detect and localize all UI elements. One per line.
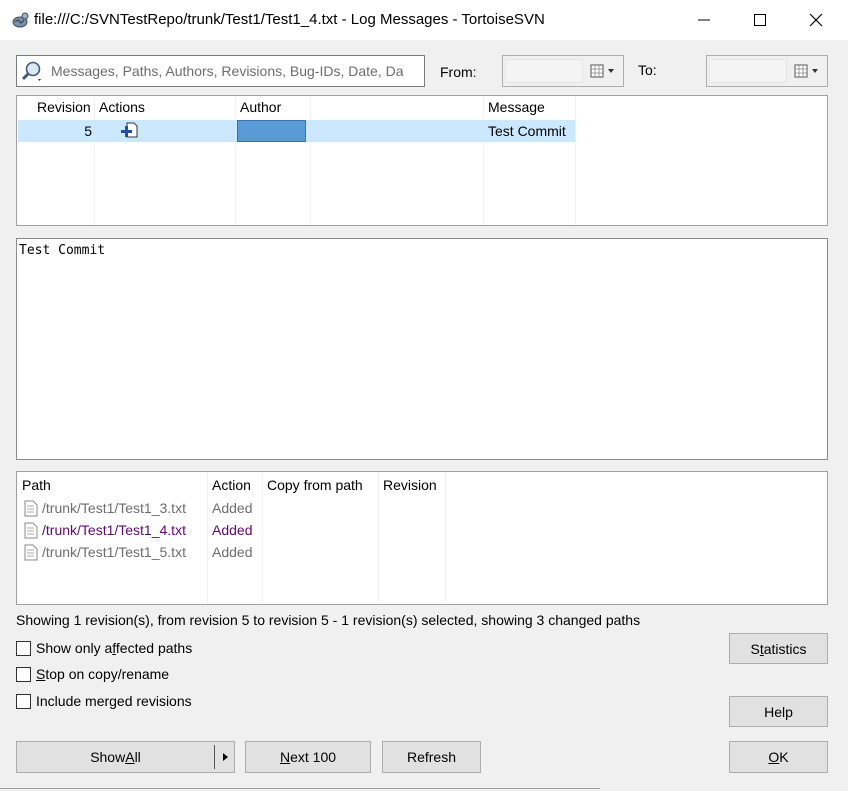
table-row[interactable]: /trunk/Test1/Test1_5.txt Added xyxy=(22,542,442,564)
from-label: From: xyxy=(440,64,477,80)
search-input[interactable]: Messages, Paths, Authors, Revisions, Bug… xyxy=(51,63,419,79)
to-date-picker[interactable] xyxy=(706,55,828,87)
to-calendar-button[interactable] xyxy=(791,60,825,82)
calendar-icon xyxy=(794,64,818,78)
column-header-message[interactable]: Message xyxy=(488,99,545,115)
path-cell: /trunk/Test1/Test1_3.txt xyxy=(42,500,186,516)
column-header-path[interactable]: Path xyxy=(22,477,51,493)
help-button[interactable]: Help xyxy=(729,696,828,727)
search-icon[interactable] xyxy=(20,60,46,84)
bottom-divider xyxy=(0,788,600,789)
tortoise-icon xyxy=(12,12,29,28)
from-calendar-button[interactable] xyxy=(587,60,621,82)
action-cell: Added xyxy=(212,500,253,516)
path-cell: /trunk/Test1/Test1_4.txt xyxy=(42,522,186,538)
column-header-copy-from-path[interactable]: Copy from path xyxy=(267,477,363,493)
search-field[interactable]: Messages, Paths, Authors, Revisions, Bug… xyxy=(16,55,425,87)
message-text[interactable]: Test Commit xyxy=(19,243,105,258)
to-date-value[interactable] xyxy=(709,59,787,83)
column-header-revision[interactable]: Revision xyxy=(383,477,437,493)
refresh-button[interactable]: Refresh xyxy=(382,741,481,773)
path-cell: /trunk/Test1/Test1_5.txt xyxy=(42,544,186,560)
column-header-action[interactable]: Action xyxy=(212,477,251,493)
next-100-button[interactable]: Next 100 xyxy=(245,741,371,773)
table-row[interactable]: /trunk/Test1/Test1_3.txt Added xyxy=(22,498,442,520)
file-icon xyxy=(24,522,38,539)
show-affected-paths-label[interactable]: Show only affected paths xyxy=(36,640,192,656)
log-table[interactable]: Revision Actions Author Message 5 Test C… xyxy=(16,95,828,226)
column-header-revision[interactable]: Revision xyxy=(37,99,91,115)
ok-button[interactable]: OK xyxy=(729,741,828,773)
changed-paths-table[interactable]: Path Action Copy from path Revision /tru… xyxy=(16,471,828,605)
calendar-icon xyxy=(590,64,614,78)
file-icon xyxy=(24,544,38,561)
close-button[interactable] xyxy=(788,0,844,40)
added-icon xyxy=(121,122,138,138)
show-all-dropdown[interactable] xyxy=(215,742,234,772)
author-cell xyxy=(237,120,306,142)
to-label: To: xyxy=(638,62,657,78)
minimize-icon xyxy=(698,19,710,21)
show-all-split-button[interactable]: Show All xyxy=(16,741,235,773)
status-text: Showing 1 revision(s), from revision 5 t… xyxy=(16,612,641,628)
action-cell: Added xyxy=(212,522,253,538)
maximize-button[interactable] xyxy=(732,0,788,40)
title-bar: file:///C:/SVNTestRepo/trunk/Test1/Test1… xyxy=(0,0,848,40)
statistics-button[interactable]: St atistics xyxy=(729,633,828,664)
show-affected-paths-checkbox[interactable] xyxy=(16,641,31,656)
column-header-author[interactable]: Author xyxy=(240,99,281,115)
chevron-right-icon xyxy=(222,753,228,761)
close-icon xyxy=(809,13,823,27)
action-cell: Added xyxy=(212,544,253,560)
table-row[interactable]: /trunk/Test1/Test1_4.txt Added xyxy=(22,520,442,542)
file-icon xyxy=(24,500,38,517)
include-merged-label[interactable]: Include merged revisions xyxy=(36,693,192,709)
table-row[interactable]: 5 Test Commit xyxy=(18,120,575,142)
include-merged-checkbox[interactable] xyxy=(16,694,31,709)
message-panel[interactable]: Test Commit xyxy=(16,238,828,460)
column-header-actions[interactable]: Actions xyxy=(99,99,145,115)
show-all-button[interactable]: Show All xyxy=(17,742,214,772)
stop-on-copy-checkbox[interactable] xyxy=(16,667,31,682)
stop-on-copy-label[interactable]: Stop on copy/rename xyxy=(36,666,169,682)
maximize-icon xyxy=(754,14,766,26)
minimize-button[interactable] xyxy=(676,0,732,40)
from-date-picker[interactable] xyxy=(502,55,624,87)
revision-cell: 5 xyxy=(84,123,92,139)
from-date-value[interactable] xyxy=(505,59,583,83)
message-cell: Test Commit xyxy=(488,123,566,139)
window-title: file:///C:/SVNTestRepo/trunk/Test1/Test1… xyxy=(34,11,545,28)
